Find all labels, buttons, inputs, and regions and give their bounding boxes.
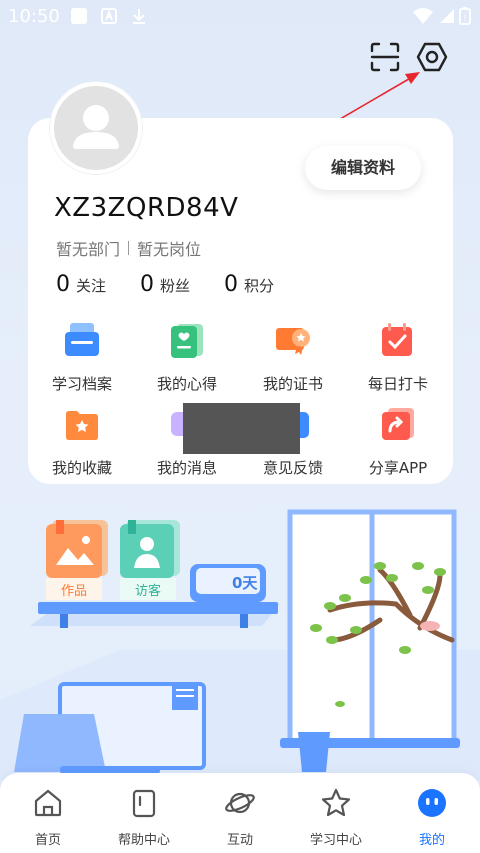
certificate-icon (276, 328, 310, 355)
username: XZ3ZQRD84V (54, 193, 239, 223)
grid-item-favorites[interactable]: 我的收藏 (32, 404, 132, 478)
grid-label: 每日打卡 (367, 375, 428, 393)
stat-following[interactable]: 0 关注 (56, 272, 106, 297)
grid-item-certificate[interactable]: 我的证书 (243, 320, 343, 394)
download-icon (133, 9, 145, 24)
stats-row: 0 关注 0 粉丝 0 积分 (56, 272, 308, 297)
grid-label: 学习档案 (51, 375, 112, 393)
avatar-person-icon (73, 105, 119, 149)
signal-icon (440, 9, 454, 23)
share-icon (382, 408, 414, 440)
stat-number: 0 (56, 272, 70, 297)
grid-item-check-in[interactable]: 每日打卡 (348, 320, 448, 394)
position: 暂无岗位 (137, 240, 202, 259)
app-notification-icon (101, 8, 117, 24)
days-counter: 0天 (232, 574, 258, 592)
grid-label: 我的心得 (156, 375, 217, 393)
meta-divider (128, 241, 130, 255)
redaction-block (183, 403, 300, 454)
tab-interaction[interactable]: 互动 (195, 787, 285, 848)
notes-icon (171, 324, 203, 358)
help-book-icon (132, 789, 156, 818)
status-time: 10:50 (8, 6, 60, 27)
tab-label: 学习中心 (309, 833, 362, 848)
bottom-tab-bar: 首页 帮助中心 互动 学习中心 我的 (0, 773, 480, 853)
stat-followers[interactable]: 0 粉丝 (140, 272, 190, 297)
grid-label: 分享APP (368, 459, 428, 477)
tab-help-center[interactable]: 帮助中心 (99, 787, 189, 848)
tab-learning-center[interactable]: 学习中心 (291, 787, 381, 848)
works-label: 作品 (61, 584, 87, 599)
grid-label: 我的消息 (156, 459, 217, 477)
avatar[interactable] (50, 82, 142, 174)
edit-profile-button[interactable]: 编辑资料 (305, 146, 421, 190)
stat-points[interactable]: 0 积分 (224, 272, 274, 297)
department: 暂无部门 (56, 240, 121, 259)
grid-item-notes[interactable]: 我的心得 (137, 320, 237, 394)
stat-label: 关注 (76, 277, 107, 295)
favorites-icon (66, 411, 98, 440)
grid-item-share-app[interactable]: 分享APP (348, 404, 448, 478)
stat-number: 0 (224, 272, 239, 297)
status-bar: 10:50 ! (0, 0, 480, 34)
scan-icon[interactable] (368, 40, 402, 74)
tab-home[interactable]: 首页 (3, 787, 93, 848)
tab-label: 我的 (418, 833, 445, 848)
learning-record-icon (65, 323, 99, 356)
svg-text:!: ! (464, 13, 467, 23)
tab-mine[interactable]: 我的 (387, 787, 477, 848)
battery-icon: ! (459, 7, 471, 25)
wifi-icon (413, 8, 433, 24)
stat-number: 0 (140, 272, 155, 297)
settings-icon[interactable] (415, 40, 449, 74)
tab-label: 互动 (226, 833, 253, 848)
star-icon (321, 788, 351, 817)
grid-item-learning-record[interactable]: 学习档案 (32, 320, 132, 394)
profile-meta: 暂无部门 暂无岗位 (56, 236, 201, 260)
home-icon (34, 789, 62, 817)
grid-label: 我的证书 (262, 375, 323, 393)
stat-label: 粉丝 (160, 277, 191, 295)
grid-label: 意见反馈 (262, 459, 323, 477)
check-in-icon (382, 323, 412, 356)
notification-square-icon (71, 8, 87, 24)
tab-label: 帮助中心 (117, 833, 170, 848)
profile-face-icon (418, 789, 446, 817)
decorative-room-scene: 作品 访客 0天 (0, 509, 480, 780)
grid-label: 我的收藏 (51, 459, 112, 477)
stat-label: 积分 (244, 277, 275, 295)
tab-label: 首页 (34, 833, 61, 848)
planet-icon (225, 792, 255, 814)
visitors-label: 访客 (135, 583, 161, 599)
